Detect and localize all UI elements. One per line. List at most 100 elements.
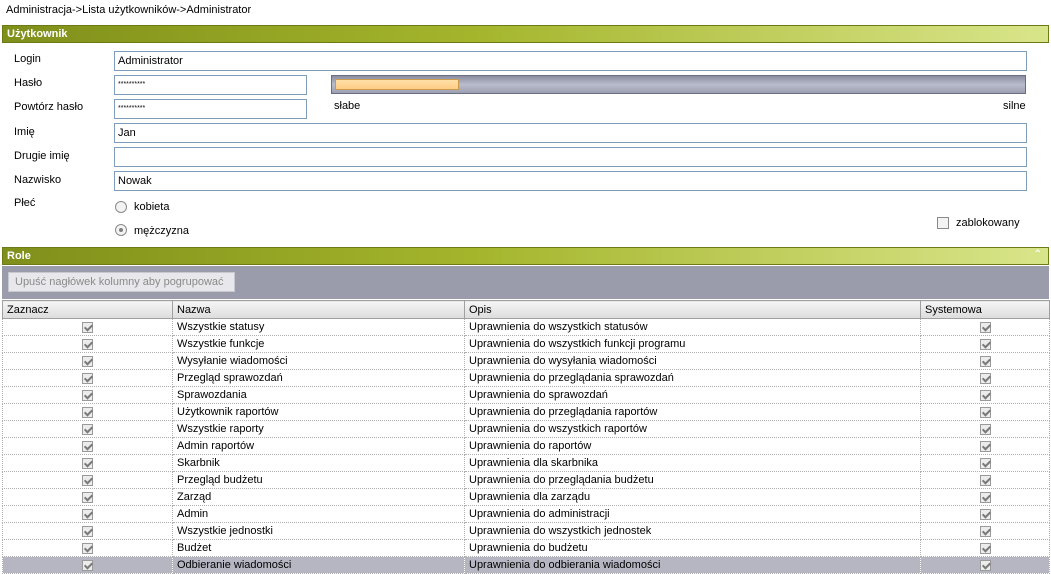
select-checkbox[interactable] bbox=[82, 474, 93, 486]
blocked-checkbox[interactable] bbox=[937, 217, 949, 229]
password-label: Hasło bbox=[14, 77, 43, 89]
select-checkbox[interactable] bbox=[82, 559, 93, 571]
role-description-cell: Uprawnienia do przeglądania budżetu bbox=[464, 471, 921, 489]
select-checkbox[interactable] bbox=[82, 406, 93, 418]
role-name-cell: Wszystkie funkcje bbox=[172, 335, 465, 353]
select-checkbox[interactable] bbox=[82, 321, 93, 333]
select-cell[interactable] bbox=[2, 471, 173, 489]
select-cell[interactable] bbox=[2, 556, 173, 574]
column-header-description[interactable]: Opis bbox=[464, 300, 921, 319]
table-row[interactable]: Admin raportów Uprawnienia do raportów bbox=[2, 437, 1050, 455]
system-checkbox bbox=[979, 355, 991, 367]
select-checkbox[interactable] bbox=[82, 389, 93, 401]
select-checkbox[interactable] bbox=[82, 491, 93, 503]
select-cell[interactable] bbox=[2, 522, 173, 540]
table-row[interactable]: Wszystkie raporty Uprawnienia do wszystki… bbox=[2, 420, 1050, 438]
role-description-cell: Uprawnienia do wszystkich statusów bbox=[464, 318, 921, 336]
role-description-cell: Uprawnienia do odbierania wiadomości bbox=[464, 556, 921, 574]
role-description-cell: Uprawnienia do wysyłania wiadomości bbox=[464, 352, 921, 370]
repeat-password-input[interactable]: ********** bbox=[114, 99, 307, 119]
table-row[interactable]: Wysyłanie wiadomości Uprawnienia do wysył… bbox=[2, 352, 1050, 370]
role-description-cell: Uprawnienia do administracji bbox=[464, 505, 921, 523]
role-description-cell: Uprawnienia do budżetu bbox=[464, 539, 921, 557]
select-cell[interactable] bbox=[2, 539, 173, 557]
password-strength-bar bbox=[331, 75, 1026, 94]
column-header-system[interactable]: Systemowa bbox=[920, 300, 1050, 319]
first-name-label: Imię bbox=[14, 126, 35, 138]
table-row[interactable]: Użytkownik raportów Uprawnienia do przegl… bbox=[2, 403, 1050, 421]
group-by-panel[interactable]: Upuść nagłówek kolumny aby pogrupować bbox=[2, 266, 1049, 299]
table-row[interactable]: Odbieranie wiadomości Uprawnienia do odbi… bbox=[2, 556, 1050, 574]
system-cell bbox=[920, 318, 1050, 336]
select-cell[interactable] bbox=[2, 505, 173, 523]
select-checkbox[interactable] bbox=[82, 542, 93, 554]
system-cell bbox=[920, 437, 1050, 455]
group-by-hint: Upuść nagłówek kolumny aby pogrupować bbox=[8, 272, 235, 292]
table-row[interactable]: Zarząd Uprawnienia dla zarządu bbox=[2, 488, 1050, 506]
select-cell[interactable] bbox=[2, 488, 173, 506]
system-checkbox bbox=[979, 508, 991, 520]
select-checkbox[interactable] bbox=[82, 423, 93, 435]
role-name-cell: Przegląd budżetu bbox=[172, 471, 465, 489]
login-input[interactable]: Administrator bbox=[114, 51, 1027, 71]
role-name-cell: Przegląd sprawozdań bbox=[172, 369, 465, 387]
second-name-label: Drugie imię bbox=[14, 150, 70, 162]
system-cell bbox=[920, 505, 1050, 523]
system-cell bbox=[920, 352, 1050, 370]
gender-female-radio[interactable] bbox=[115, 201, 127, 213]
role-name-cell: Odbieranie wiadomości bbox=[172, 556, 465, 574]
table-row[interactable]: Skarbnik Uprawnienia dla skarbnika bbox=[2, 454, 1050, 472]
table-row[interactable]: Wszystkie jednostki Uprawnienia do wszyst… bbox=[2, 522, 1050, 540]
role-name-cell: Admin raportów bbox=[172, 437, 465, 455]
select-checkbox[interactable] bbox=[82, 525, 93, 537]
gender-male-radio[interactable] bbox=[115, 224, 127, 236]
roles-section-header: Role ⌃ bbox=[2, 247, 1049, 265]
select-cell[interactable] bbox=[2, 352, 173, 370]
select-cell[interactable] bbox=[2, 454, 173, 472]
select-cell[interactable] bbox=[2, 437, 173, 455]
role-name-cell: Wszystkie jednostki bbox=[172, 522, 465, 540]
system-checkbox bbox=[979, 525, 991, 537]
select-cell[interactable] bbox=[2, 420, 173, 438]
repeat-password-label: Powtórz hasło bbox=[14, 101, 84, 113]
select-checkbox[interactable] bbox=[82, 372, 93, 384]
select-cell[interactable] bbox=[2, 369, 173, 387]
table-row[interactable]: Wszystkie funkcje Uprawnienia do wszystki… bbox=[2, 335, 1050, 353]
select-checkbox[interactable] bbox=[82, 508, 93, 520]
role-description-cell: Uprawnienia do wszystkich raportów bbox=[464, 420, 921, 438]
select-checkbox[interactable] bbox=[82, 457, 93, 469]
second-name-input[interactable] bbox=[114, 147, 1027, 167]
table-row[interactable]: Sprawozdania Uprawnienia do sprawozdań bbox=[2, 386, 1050, 404]
column-header-select[interactable]: Zaznacz bbox=[2, 300, 173, 319]
table-row[interactable]: Wszystkie statusy Uprawnienia do wszystki… bbox=[2, 318, 1050, 336]
role-description-cell: Uprawnienia do wszystkich jednostek bbox=[464, 522, 921, 540]
collapse-up-icon[interactable]: ⌃ bbox=[1034, 249, 1042, 260]
table-row[interactable]: Przegląd sprawozdań Uprawnienia do przegl… bbox=[2, 369, 1050, 387]
gender-female-label[interactable]: kobieta bbox=[134, 201, 169, 213]
table-row[interactable]: Przegląd budżetu Uprawnienia do przegląda… bbox=[2, 471, 1050, 489]
role-description-cell: Uprawnienia do przeglądania sprawozdań bbox=[464, 369, 921, 387]
select-checkbox[interactable] bbox=[82, 338, 93, 350]
select-cell[interactable] bbox=[2, 403, 173, 421]
select-cell[interactable] bbox=[2, 335, 173, 353]
password-input[interactable]: ********** bbox=[114, 75, 307, 95]
password-strength-fill bbox=[335, 79, 459, 90]
system-checkbox bbox=[979, 542, 991, 554]
gender-label: Płeć bbox=[14, 197, 36, 209]
column-header-name[interactable]: Nazwa bbox=[172, 300, 465, 319]
first-name-input[interactable]: Jan bbox=[114, 123, 1027, 143]
login-label: Login bbox=[14, 53, 41, 65]
system-cell bbox=[920, 420, 1050, 438]
select-checkbox[interactable] bbox=[82, 355, 93, 367]
select-checkbox[interactable] bbox=[82, 440, 93, 452]
system-checkbox bbox=[979, 440, 991, 452]
system-cell bbox=[920, 369, 1050, 387]
gender-male-label[interactable]: mężczyzna bbox=[134, 225, 189, 237]
table-row[interactable]: Budżet Uprawnienia do budżetu bbox=[2, 539, 1050, 557]
last-name-input[interactable]: Nowak bbox=[114, 171, 1027, 191]
blocked-label[interactable]: zablokowany bbox=[956, 217, 1020, 229]
select-cell[interactable] bbox=[2, 386, 173, 404]
select-cell[interactable] bbox=[2, 318, 173, 336]
last-name-label: Nazwisko bbox=[14, 174, 62, 186]
table-row[interactable]: Admin Uprawnienia do administracji bbox=[2, 505, 1050, 523]
